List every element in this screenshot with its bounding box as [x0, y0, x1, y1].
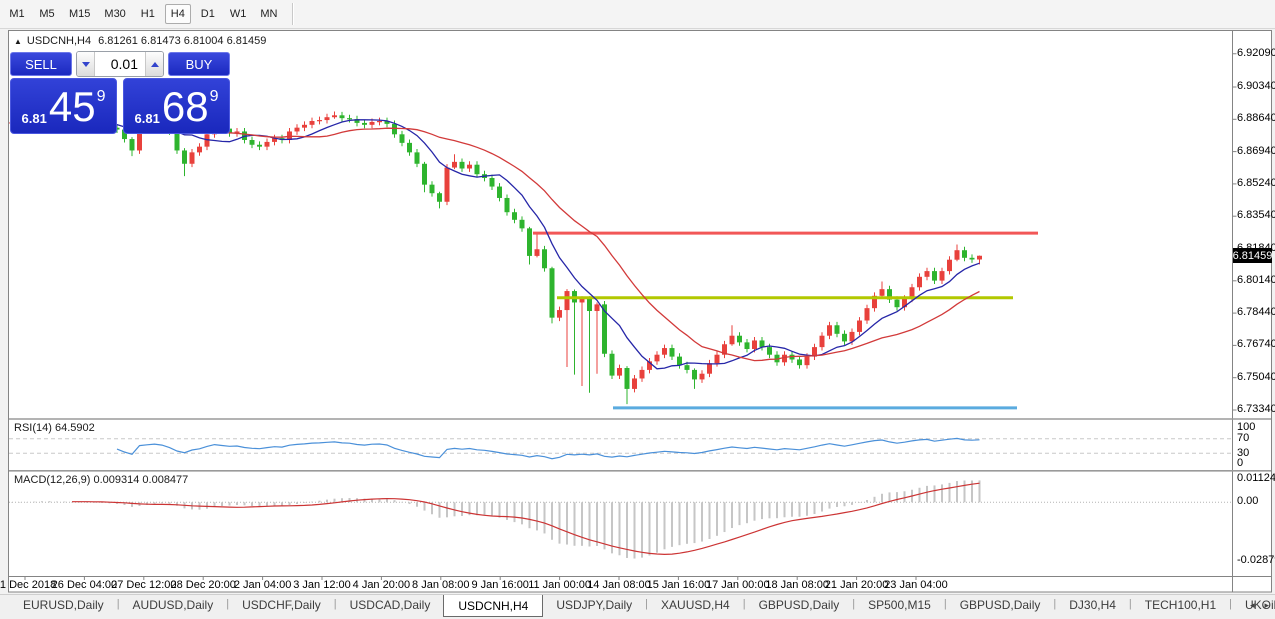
buy-price-display[interactable]: 6.81689: [123, 78, 230, 134]
volume-input[interactable]: 0.01: [95, 52, 145, 76]
buy-price-pipette: 9: [210, 88, 219, 106]
ohlc-values: 6.81261 6.81473 6.81004 6.81459: [98, 35, 266, 47]
volume-stepper: 0.01: [76, 51, 164, 77]
arrow-down-icon: [82, 62, 90, 67]
time-axis-label: 15 Jan 16:00: [647, 579, 711, 591]
chart-tab-bar: EURUSD,Daily|AUDUSD,Daily|USDCHF,Daily|U…: [0, 594, 1275, 619]
time-axis-label: 26 Dec 04:00: [52, 579, 117, 591]
tab-scroll-left-icon[interactable]: ◂: [1248, 600, 1257, 611]
time-axis-label: 23 Jan 04:00: [884, 579, 948, 591]
axis-label: 6.75040: [1237, 371, 1275, 383]
axis-label: 6.92090: [1237, 47, 1275, 59]
time-axis-label: 4 Jan 20:00: [353, 579, 411, 591]
time-axis-label: 18 Jan 08:00: [765, 579, 829, 591]
chart-tab-usdcad-daily[interactable]: USDCAD,Daily: [337, 595, 444, 615]
axis-label: 0.00: [1237, 495, 1258, 507]
tab-scroll-right-icon[interactable]: ▸: [1262, 600, 1271, 611]
chart-tab-usdcnh-h4[interactable]: USDCNH,H4: [443, 595, 543, 617]
chart-tab-dj30-h4[interactable]: DJ30,H4: [1056, 595, 1129, 615]
symbol-name: USDCNH,H4: [27, 35, 91, 47]
macd-label: MACD(12,26,9) 0.009314 0.008477: [14, 474, 188, 486]
time-axis-label: 9 Jan 16:00: [471, 579, 529, 591]
volume-increase-button[interactable]: [145, 52, 163, 76]
axis-label: 6.90340: [1237, 80, 1275, 92]
axis-label: 0.011242: [1237, 472, 1275, 484]
rsi-label: RSI(14) 64.5902: [14, 422, 95, 434]
time-axis-label: 3 Jan 12:00: [293, 579, 351, 591]
arrow-up-icon: [151, 62, 159, 67]
sell-price-pipette: 9: [97, 88, 106, 106]
axis-label: 0: [1237, 457, 1243, 469]
symbol-collapse-icon[interactable]: ▲: [14, 37, 22, 46]
chart-tab-eurusd-daily[interactable]: EURUSD,Daily: [10, 595, 117, 615]
time-axis-label: 11 Jan 00:00: [528, 579, 591, 591]
time-axis-label: 8 Jan 08:00: [412, 579, 470, 591]
sell-button[interactable]: SELL: [10, 52, 72, 76]
axis-label: 6.78440: [1237, 306, 1275, 318]
axis-label: 6.83540: [1237, 209, 1275, 221]
chart-tab-gbpusd-daily[interactable]: GBPUSD,Daily: [947, 595, 1054, 615]
buy-button[interactable]: BUY: [168, 52, 230, 76]
one-click-trading-panel: SELL 0.01 BUY 6.81459 6.81689: [10, 50, 230, 134]
time-axis-label: 17 Jan 00:00: [706, 579, 770, 591]
axis-label: 6.86940: [1237, 145, 1275, 157]
axis-label: 6.76740: [1237, 338, 1275, 350]
chart-tab-usdchf-daily[interactable]: USDCHF,Daily: [229, 595, 334, 615]
time-axis-label: 27 Dec 12:00: [111, 579, 176, 591]
mt4-app: M1M5M15M30H1H4D1W1MN ▲USDCNH,H46.81261 6…: [0, 0, 1275, 619]
axis-label: 6.88640: [1237, 112, 1275, 124]
current-price-badge: 6.81459: [1233, 248, 1272, 263]
sell-price-bigfigure: 6.81: [22, 111, 47, 126]
time-axis-label: 28 Dec 20:00: [170, 579, 235, 591]
volume-decrease-button[interactable]: [77, 52, 95, 76]
chart-tab-gbpusd-daily[interactable]: GBPUSD,Daily: [746, 595, 853, 615]
chart-tab-audusd-daily[interactable]: AUDUSD,Daily: [120, 595, 227, 615]
chart-tab-tech100-h1[interactable]: TECH100,H1: [1132, 595, 1229, 615]
chart-tabs: EURUSD,Daily|AUDUSD,Daily|USDCHF,Daily|U…: [10, 595, 1275, 617]
chart-tab-sp500-m15[interactable]: SP500,M15: [855, 595, 944, 615]
axis-label: 6.85240: [1237, 177, 1275, 189]
chart-title: ▲ USDCNH,H4 6.81261 6.81473 6.81004 6.8145…: [14, 35, 266, 47]
chart-tab-usdjpy-daily[interactable]: USDJPY,Daily: [543, 595, 645, 615]
buy-price-bigfigure: 6.81: [135, 111, 160, 126]
axis-label: 6.80140: [1237, 274, 1275, 286]
time-axis-label: 14 Jan 08:00: [587, 579, 651, 591]
axis-label: 6.73340: [1237, 403, 1275, 415]
axis-label: 70: [1237, 432, 1249, 444]
chart-tab-xauusd-h4[interactable]: XAUUSD,H4: [648, 595, 743, 615]
time-axis-label: 21 Dec 2018: [0, 579, 56, 591]
time-axis-label: 21 Jan 20:00: [825, 579, 889, 591]
sell-price-display[interactable]: 6.81459: [10, 78, 117, 134]
tab-scroll-arrows: ◂ ▸: [1248, 600, 1271, 611]
buy-price-pips: 68: [162, 88, 209, 126]
sell-price-pips: 45: [49, 88, 96, 126]
time-axis-label: 2 Jan 04:00: [234, 579, 292, 591]
axis-label: -0.028797: [1237, 554, 1275, 566]
